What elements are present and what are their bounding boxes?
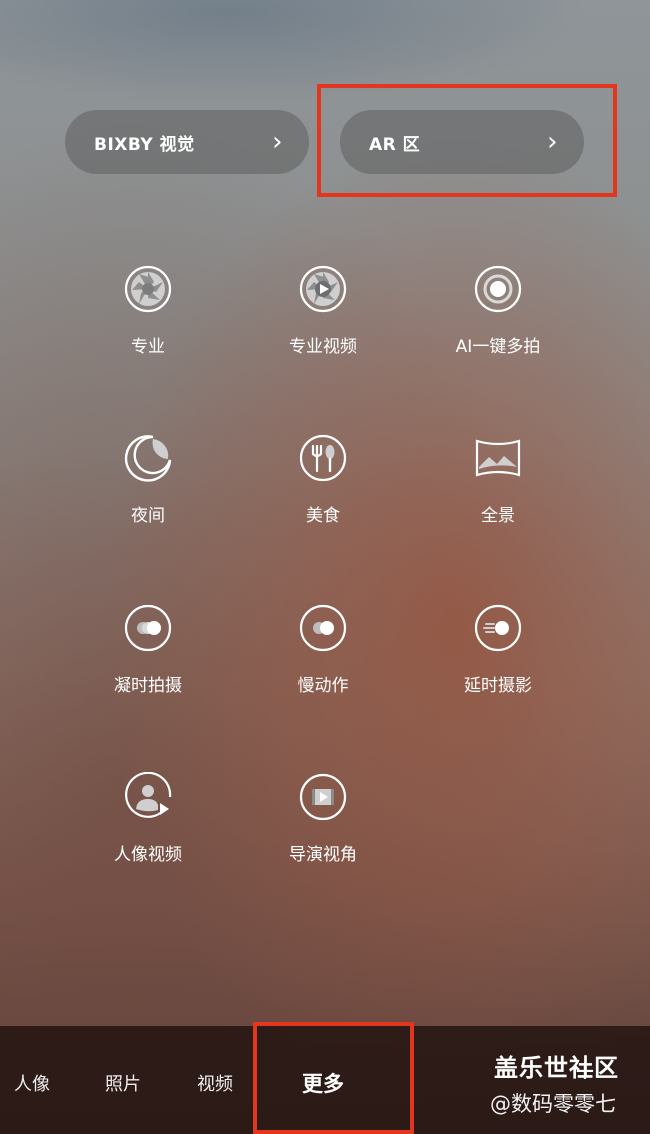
ring-dot-icon <box>474 265 522 313</box>
watermark-handle: @数码零零七 <box>490 1092 616 1116</box>
director-view-icon <box>299 773 347 821</box>
mode-portrait-video[interactable]: 人像视频 <box>68 772 228 865</box>
mode-panorama[interactable]: 全景 <box>418 433 578 526</box>
mode-label: 美食 <box>306 506 340 526</box>
watermark-title: 盖乐世社区 <box>494 1054 619 1082</box>
panorama-icon <box>475 439 521 477</box>
mode-label: 延时摄影 <box>464 676 532 696</box>
timelapse-icon <box>474 604 522 652</box>
mode-hyperlapse[interactable]: 凝时拍摄 <box>68 603 228 696</box>
mode-ai-multi-shot[interactable]: AI一键多拍 <box>418 264 578 357</box>
aperture-icon <box>124 265 172 313</box>
mode-label: 慢动作 <box>297 676 349 696</box>
mode-label: 专业视频 <box>289 337 357 357</box>
moon-icon <box>124 435 172 482</box>
highlight-box-ar <box>317 84 617 197</box>
mode-label: 导演视角 <box>289 845 357 865</box>
portrait-video-icon <box>125 772 172 818</box>
fork-spoon-icon <box>299 434 347 482</box>
mode-label: 全景 <box>481 506 515 526</box>
mode-label: 夜间 <box>131 506 165 526</box>
mode-pro-video[interactable]: 专业视频 <box>243 264 403 357</box>
tab-portrait[interactable]: 人像 <box>14 1070 50 1096</box>
hyperlapse-icon <box>124 604 172 652</box>
chevron-right-icon: › <box>272 127 283 157</box>
bixby-vision-label: BIXBY 视觉 <box>94 134 195 155</box>
mode-night[interactable]: 夜间 <box>68 433 228 526</box>
mode-label: 专业 <box>131 337 165 357</box>
mode-label: AI一键多拍 <box>455 337 541 357</box>
slow-motion-icon <box>299 604 347 652</box>
mode-slow-motion[interactable]: 慢动作 <box>243 603 403 696</box>
mode-timelapse[interactable]: 延时摄影 <box>418 603 578 696</box>
mode-pro[interactable]: 专业 <box>68 264 228 357</box>
tab-video[interactable]: 视频 <box>197 1070 233 1096</box>
tab-photo[interactable]: 照片 <box>105 1070 141 1096</box>
mode-food[interactable]: 美食 <box>243 433 403 526</box>
aperture-play-icon <box>299 265 347 313</box>
mode-label: 凝时拍摄 <box>114 676 182 696</box>
mode-label: 人像视频 <box>114 845 182 865</box>
mode-director-view[interactable]: 导演视角 <box>243 772 403 865</box>
bixby-vision-button[interactable]: BIXBY 视觉 › <box>65 110 309 174</box>
highlight-box-more <box>253 1022 414 1134</box>
